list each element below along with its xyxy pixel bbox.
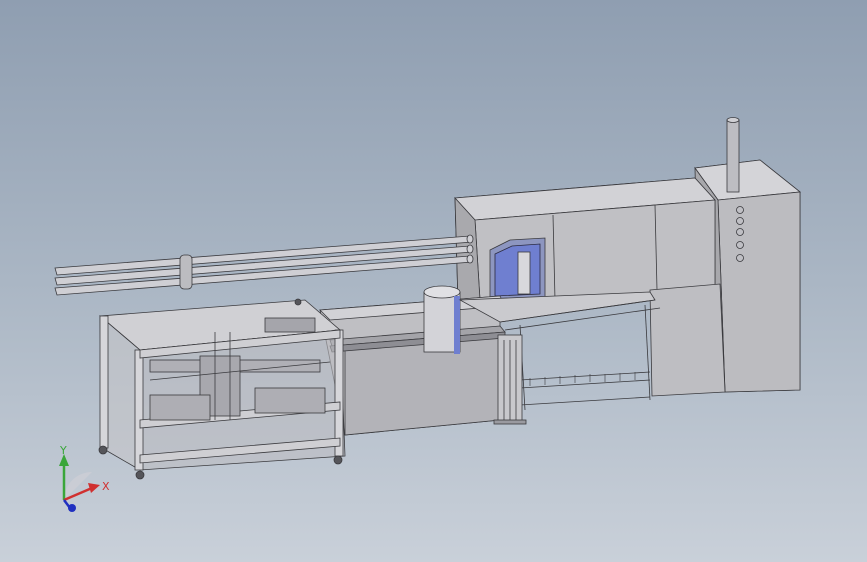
triad-plane-icon (64, 472, 92, 500)
x-axis-label: X (102, 480, 110, 493)
conveyor-base (319, 295, 506, 436)
coordinate-triad (59, 454, 100, 512)
lower-base-block (649, 283, 726, 397)
panel-button-2 (736, 217, 744, 225)
panel-button-3 (736, 228, 744, 236)
chamber-window (489, 237, 546, 301)
support-column (493, 334, 527, 425)
long-pipes (54, 234, 474, 296)
panel-button-1 (736, 206, 744, 214)
y-axis-label: Y (60, 444, 67, 457)
machine-assembly-model[interactable] (0, 0, 867, 562)
cylinder-drum (423, 285, 461, 354)
left-machine-frame (98, 298, 346, 480)
panel-button-4 (736, 241, 744, 249)
panel-button-5 (736, 254, 744, 262)
vertical-pipe (726, 117, 740, 193)
cad-viewport[interactable]: Y X (0, 0, 867, 562)
